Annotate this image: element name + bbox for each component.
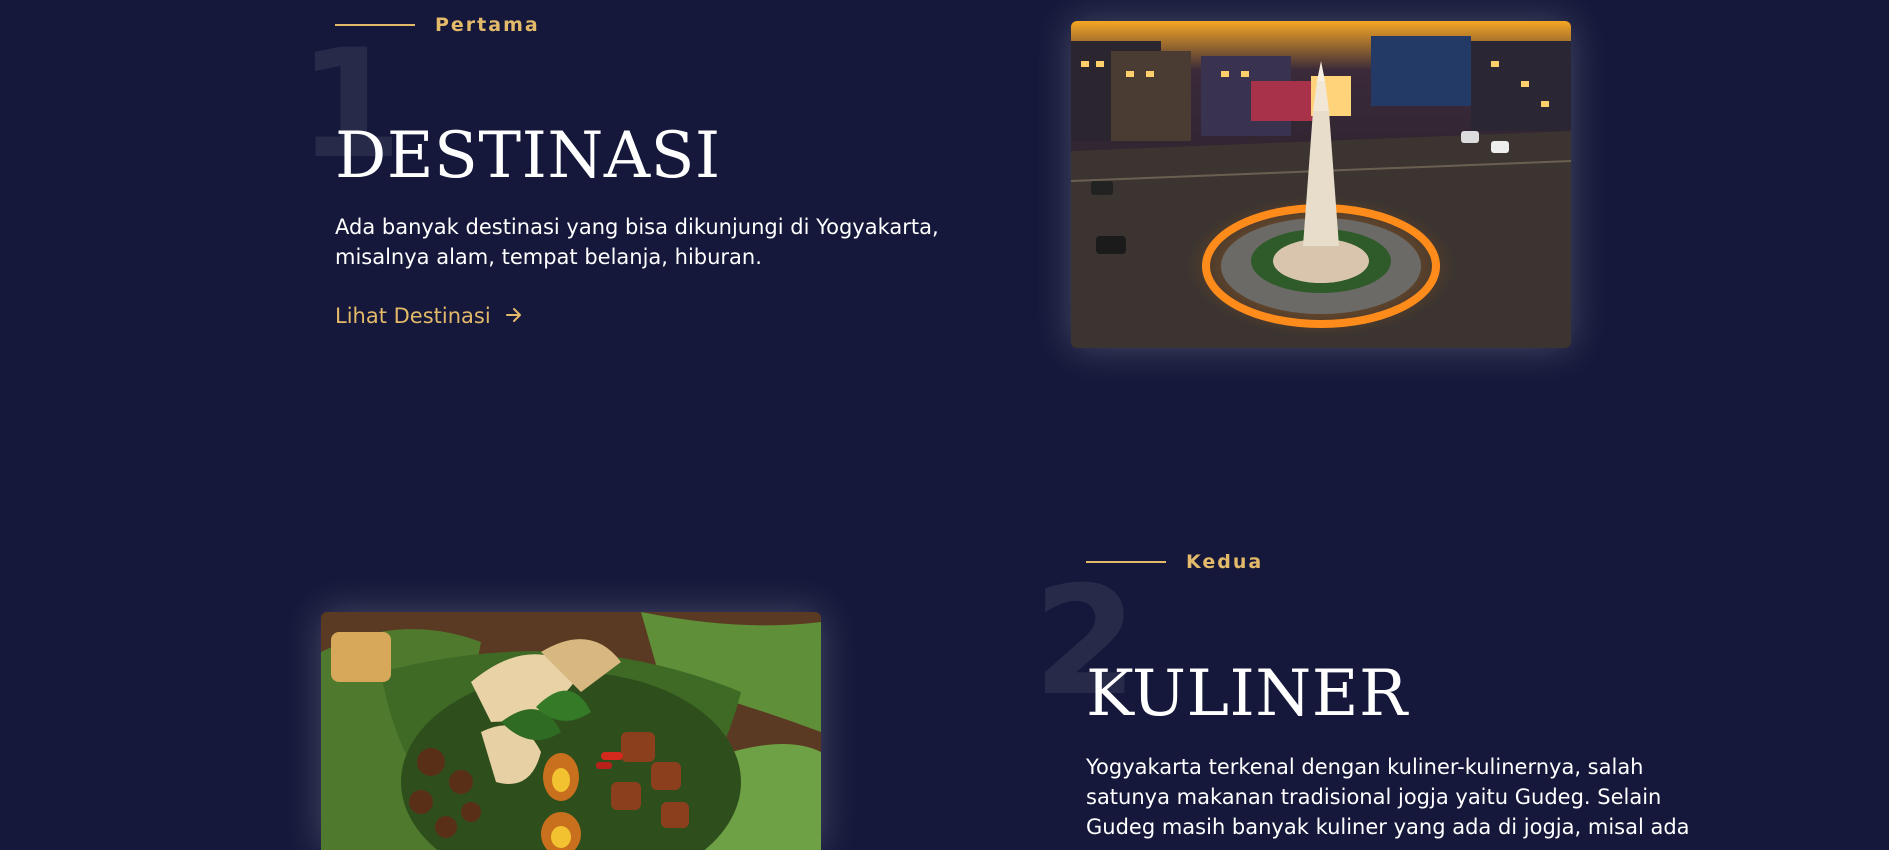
section-title-kuliner: KULINER bbox=[1086, 657, 1408, 731]
eyebrow-label: Kedua bbox=[1186, 551, 1264, 573]
section-description-kuliner: Yogyakarta terkenal dengan kuliner-kulin… bbox=[1086, 752, 1706, 842]
description-line: satunya makanan tradisional jogja yaitu … bbox=[1086, 785, 1662, 809]
section-description-destinasi: Ada banyak destinasi yang bisa dikunjung… bbox=[335, 212, 975, 272]
eyebrow-line bbox=[335, 24, 415, 26]
eyebrow-label: Pertama bbox=[435, 14, 540, 36]
description-line: Gudeg masih banyak kuliner yang ada di j… bbox=[1086, 815, 1690, 839]
page: 1 Pertama DESTINASI Ada banyak destinasi… bbox=[0, 0, 1889, 850]
description-line: Ada banyak destinasi yang bisa dikunjung… bbox=[335, 215, 939, 239]
gudeg-image bbox=[321, 612, 821, 850]
eyebrow-pertama: Pertama bbox=[335, 14, 540, 36]
section-title-destinasi: DESTINASI bbox=[335, 119, 721, 193]
tugu-yogyakarta-image bbox=[1071, 21, 1571, 348]
link-label: Lihat Destinasi bbox=[335, 304, 491, 328]
description-line: Yogyakarta terkenal dengan kuliner-kulin… bbox=[1086, 755, 1644, 779]
lihat-destinasi-link[interactable]: Lihat Destinasi bbox=[335, 304, 523, 328]
arrow-right-icon bbox=[505, 304, 523, 328]
description-line: misalnya alam, tempat belanja, hiburan. bbox=[335, 245, 762, 269]
eyebrow-line bbox=[1086, 561, 1166, 563]
eyebrow-kedua: Kedua bbox=[1086, 551, 1263, 573]
